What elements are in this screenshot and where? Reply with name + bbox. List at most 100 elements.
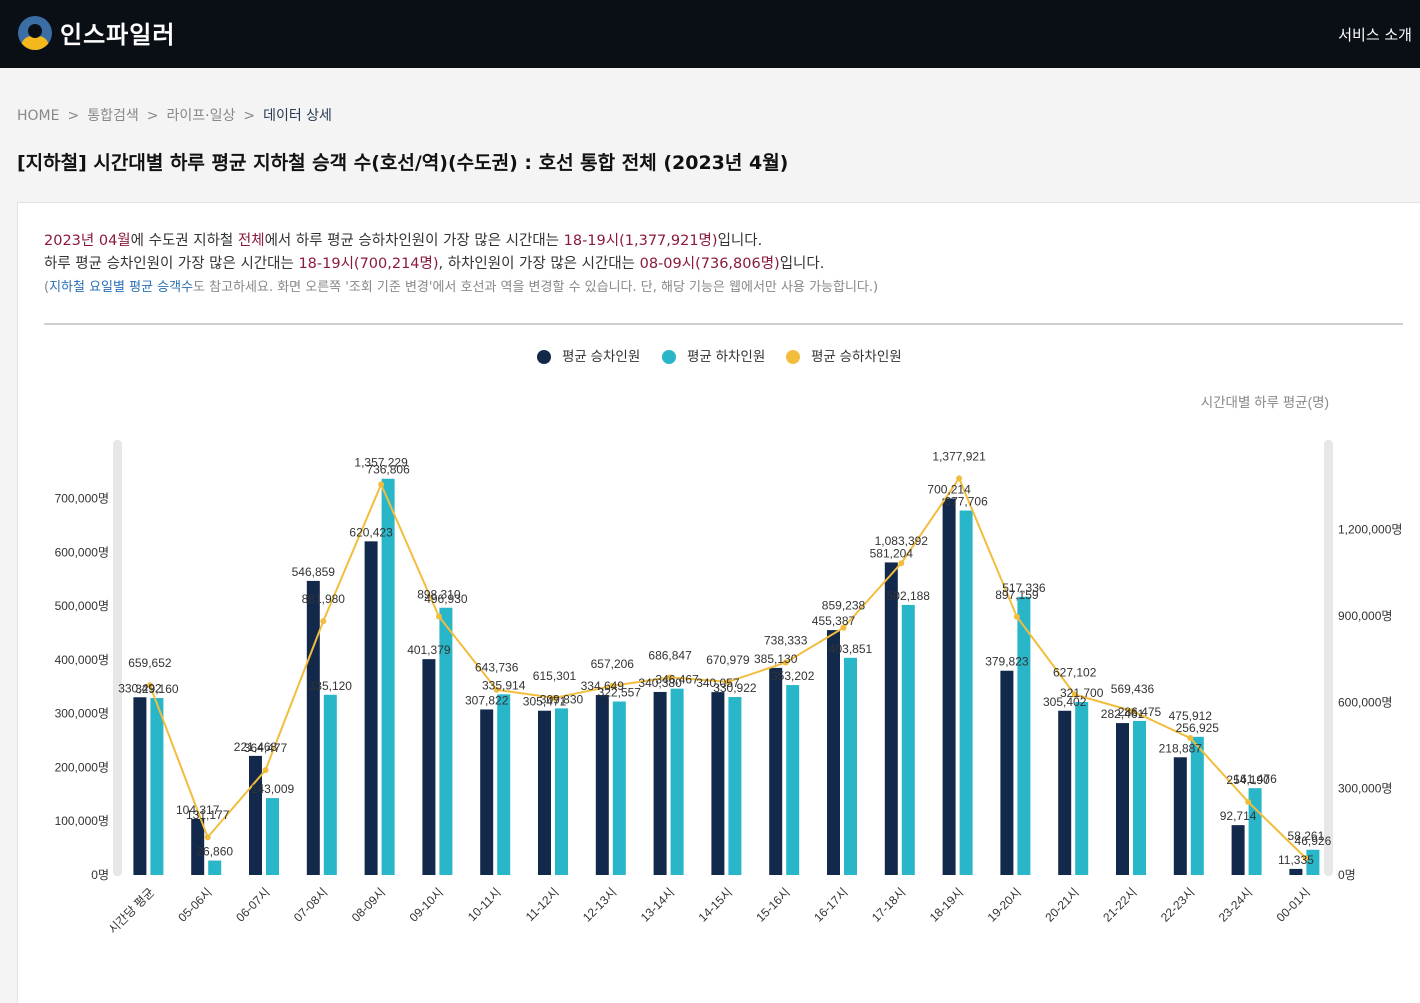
bar-alighting <box>901 604 915 875</box>
bar-alighting <box>844 657 857 875</box>
x-tick-label: 15-16시 <box>753 885 792 924</box>
data-label-total: 881,980 <box>302 592 346 606</box>
bar-boarding <box>133 697 147 875</box>
y-left-tick: 700,000명 <box>55 492 109 506</box>
total-point <box>1013 613 1020 620</box>
bar-boarding <box>1173 757 1187 875</box>
data-label-total: 859,238 <box>822 599 866 613</box>
total-point <box>1187 735 1194 742</box>
legend-label: 평균 승차인원 <box>562 349 640 364</box>
data-label-alighting: 353,202 <box>771 669 815 683</box>
y-left-tick: 100,000명 <box>55 814 109 828</box>
data-label-alighting: 330,922 <box>713 681 757 695</box>
bar-alighting <box>1075 701 1089 875</box>
bar-boarding <box>306 580 320 875</box>
data-label-total: 897,159 <box>995 588 1039 602</box>
left-scroll-track <box>113 440 122 876</box>
bar-boarding <box>249 755 262 875</box>
total-point <box>320 618 327 625</box>
x-tick-label: 07-08시 <box>291 885 330 924</box>
bar-boarding <box>711 692 725 875</box>
data-label-boarding: 401,379 <box>407 643 451 657</box>
bar-boarding <box>942 498 956 875</box>
data-label-total: 686,847 <box>648 648 692 662</box>
data-label-alighting: 346,467 <box>655 673 699 687</box>
bar-alighting <box>1133 720 1146 875</box>
data-label-alighting: 677,706 <box>944 495 988 509</box>
bar-alighting <box>266 798 279 875</box>
x-tick-label: 09-10시 <box>407 885 446 924</box>
total-line <box>148 476 1307 859</box>
bar-alighting <box>1190 736 1204 875</box>
total-point <box>378 481 385 488</box>
data-label-boarding: 307,822 <box>465 693 509 707</box>
x-tick-label: 19-20시 <box>985 885 1024 924</box>
bar-alighting <box>612 701 626 875</box>
bar-boarding <box>595 695 609 875</box>
data-label-alighting: 286,475 <box>1118 705 1162 719</box>
data-label-alighting: 143,009 <box>251 782 295 796</box>
x-tick-label: 14-15시 <box>696 885 735 924</box>
data-label-alighting: 502,188 <box>887 589 931 603</box>
bar-alighting <box>959 510 973 875</box>
y-left-tick: 400,000명 <box>55 653 109 667</box>
bar-boarding <box>480 709 494 875</box>
data-label-alighting: 321,700 <box>1060 686 1104 700</box>
x-tick-label: 13-14시 <box>638 885 677 924</box>
total-point <box>204 834 211 841</box>
y-left-tick: 0명 <box>91 868 109 882</box>
data-label-total: 657,206 <box>591 657 635 671</box>
data-label-boarding: 11,335 <box>1278 853 1314 867</box>
data-label-total: 627,102 <box>1053 666 1097 680</box>
data-label-alighting: 403,851 <box>829 642 873 656</box>
legend-label: 평균 승하차인원 <box>811 349 902 364</box>
bar-boarding <box>884 562 898 875</box>
data-label-alighting: 309,830 <box>540 692 584 706</box>
data-label-boarding: 92,714 <box>1220 809 1257 823</box>
x-tick-label: 20-21시 <box>1042 885 1081 924</box>
data-label-total: 569,436 <box>1111 682 1155 696</box>
bar-alighting <box>786 685 800 875</box>
data-label-total: 643,736 <box>475 661 519 675</box>
x-tick-label: 16-17시 <box>811 885 850 924</box>
bar-boarding <box>1000 670 1014 875</box>
data-label-boarding: 581,204 <box>870 546 914 560</box>
legend-label: 평균 하차인원 <box>687 349 765 364</box>
y-left-tick: 200,000명 <box>55 760 109 774</box>
bar-boarding <box>364 541 378 875</box>
x-tick-label: 10-11시 <box>465 885 504 924</box>
x-tick-label: 05-06시 <box>175 885 214 924</box>
data-label-alighting: 26,860 <box>196 845 233 859</box>
bar-boarding <box>1058 710 1072 875</box>
x-tick-label: 12-13시 <box>580 885 619 924</box>
data-label-boarding: 385,130 <box>754 652 798 666</box>
data-label-boarding: 546,859 <box>292 565 336 579</box>
bar-alighting <box>208 860 222 875</box>
x-tick-label: 22-23시 <box>1158 885 1197 924</box>
data-label-total: 1,083,392 <box>875 534 929 548</box>
y-left-tick: 300,000명 <box>55 707 109 721</box>
y-left-tick: 600,000명 <box>55 545 109 559</box>
data-label-total: 475,912 <box>1169 709 1213 723</box>
bar-alighting <box>323 694 337 875</box>
bar-boarding <box>1231 825 1245 875</box>
data-label-total: 738,333 <box>764 634 808 648</box>
total-point <box>1245 798 1252 805</box>
bar-boarding <box>653 691 667 875</box>
x-tick-label: 08-09시 <box>349 885 388 924</box>
right-scroll-track <box>1324 440 1333 876</box>
bar-alighting <box>728 697 742 875</box>
bar-alighting <box>555 708 568 875</box>
x-tick-label: 11-12시 <box>523 885 562 924</box>
data-label-total: 1,377,921 <box>932 449 986 463</box>
bar-boarding <box>1289 868 1303 875</box>
x-tick-label: 23-24시 <box>1216 885 1255 924</box>
data-label-alighting: 322,557 <box>598 686 642 700</box>
y-right-tick: 1,200,000명 <box>1338 523 1402 537</box>
y-right-tick: 300,000명 <box>1338 782 1392 796</box>
data-label-total: 670,979 <box>706 653 750 667</box>
data-label-total: 659,652 <box>128 656 172 670</box>
data-label-alighting: 335,914 <box>482 678 526 692</box>
y-right-tick: 0명 <box>1338 868 1356 882</box>
y-right-tick: 900,000명 <box>1338 609 1392 623</box>
